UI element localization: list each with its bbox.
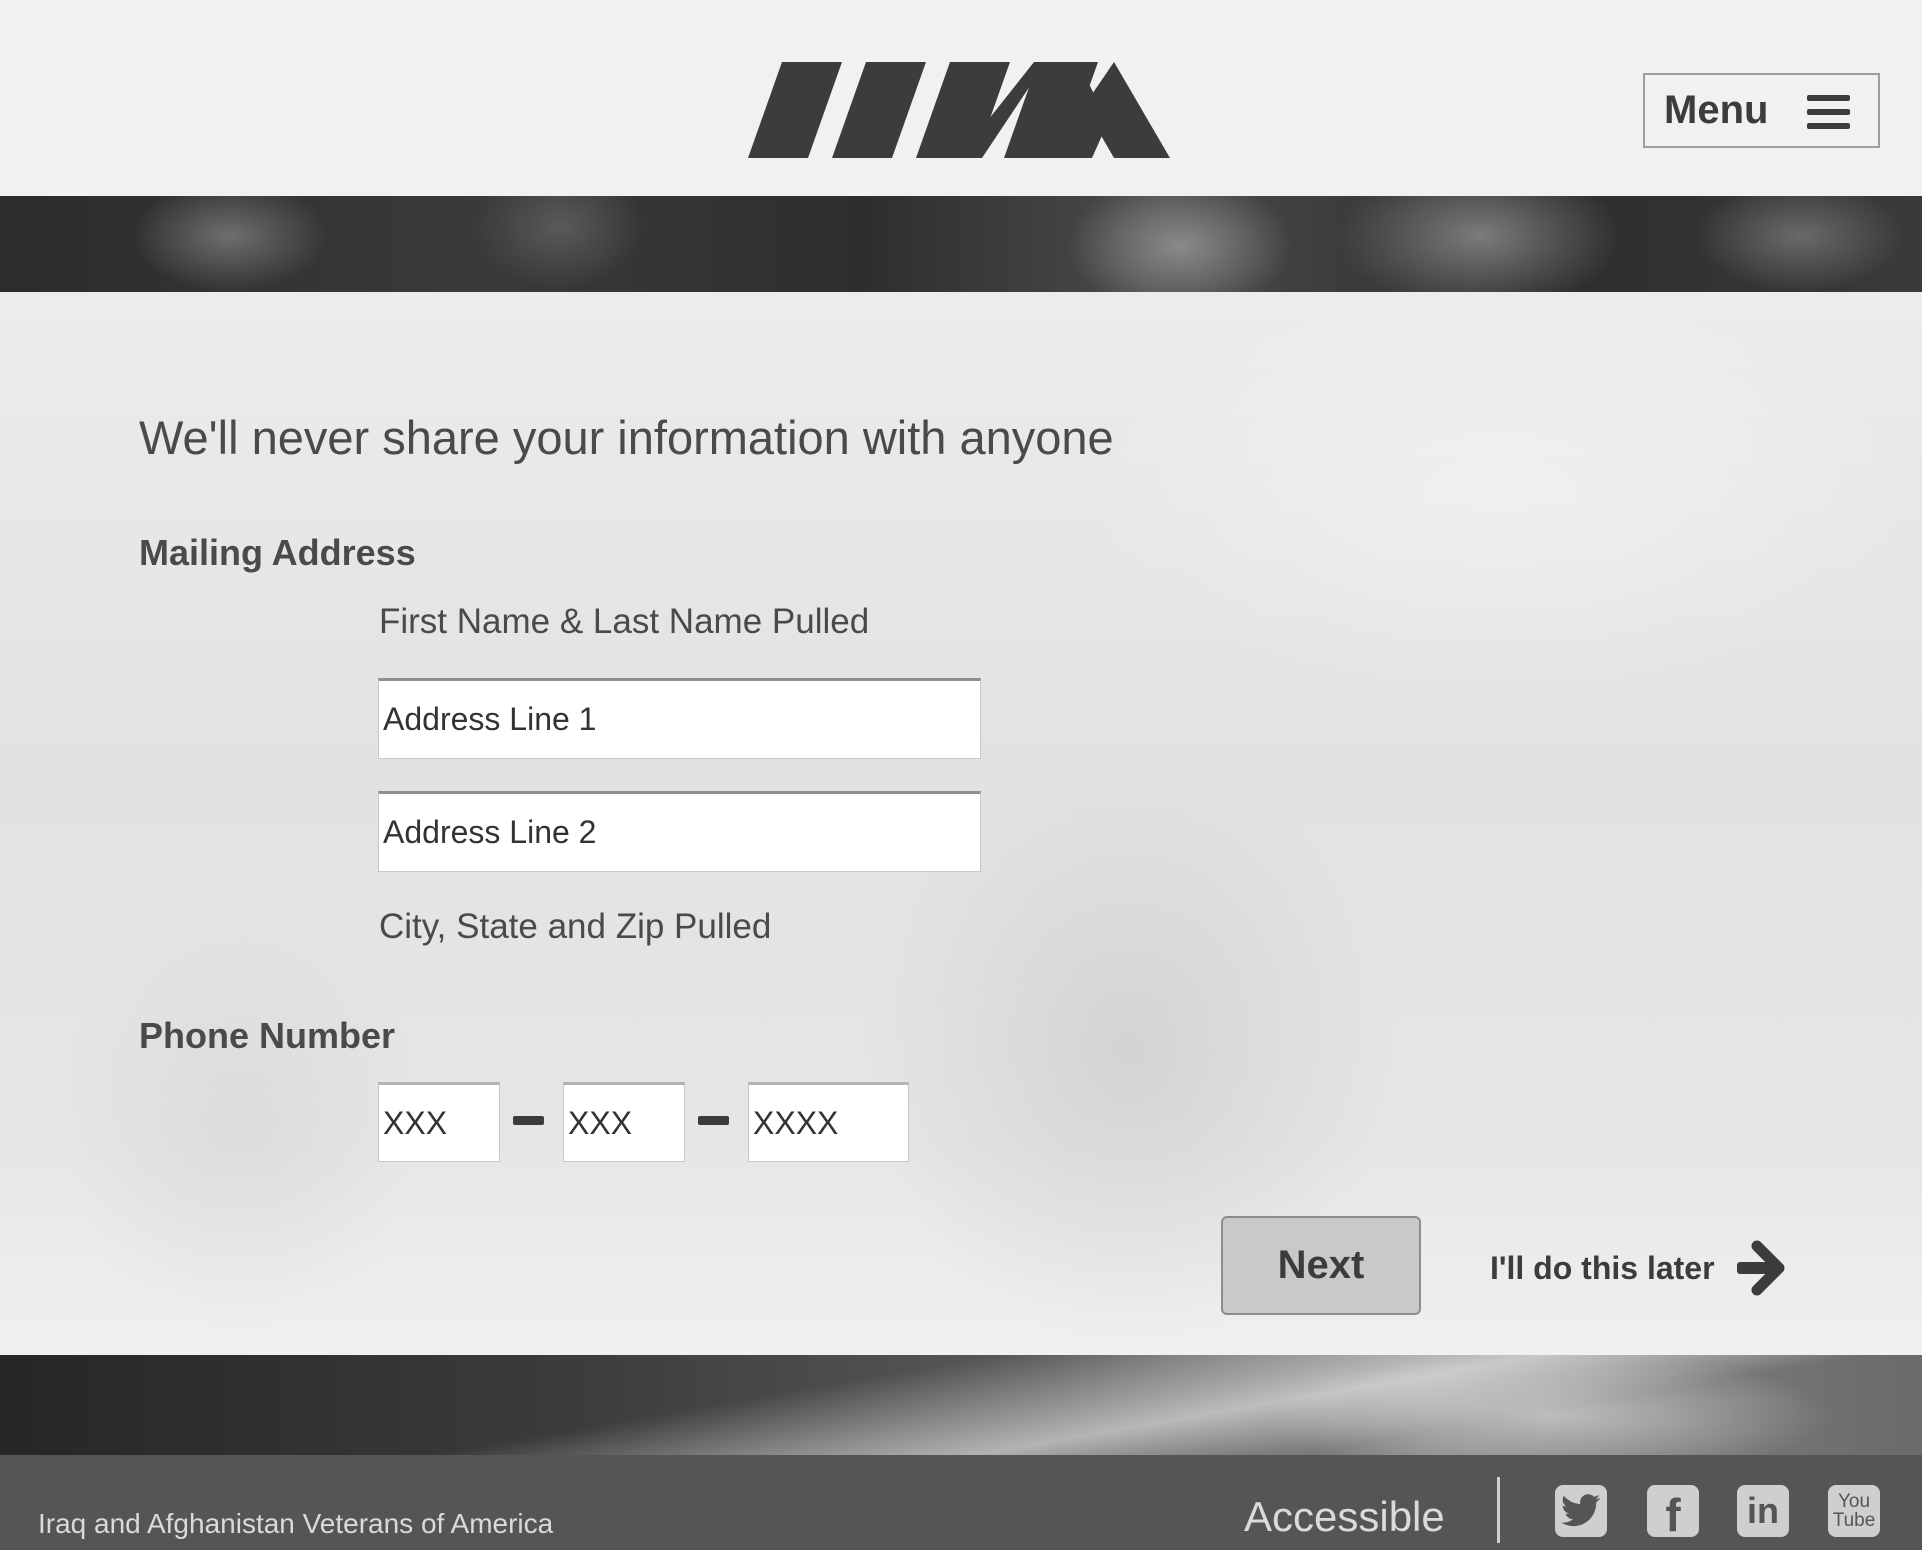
iava-logo-icon[interactable] [748, 62, 1170, 158]
linkedin-glyph: in [1747, 1490, 1779, 1531]
city-state-zip-pulled-text: City, State and Zip Pulled [379, 907, 772, 946]
footer-divider [1497, 1477, 1500, 1543]
site-footer: Iraq and Afghanistan Veterans of America… [0, 1455, 1922, 1550]
phone-separator-dash [698, 1116, 729, 1125]
phone-number-label: Phone Number [139, 1015, 396, 1056]
linkedin-icon[interactable]: in [1737, 1485, 1789, 1537]
organization-name: Iraq and Afghanistan Veterans of America [38, 1508, 554, 1539]
page-title: We'll never share your information with … [139, 411, 1114, 464]
twitter-bird-glyph [1561, 1494, 1601, 1527]
twitter-icon[interactable] [1555, 1485, 1607, 1537]
phone-separator-dash [513, 1116, 544, 1125]
mailing-address-label: Mailing Address [139, 532, 416, 573]
youtube-glyph: You Tube [1833, 1492, 1876, 1530]
menu-button[interactable]: Menu [1643, 73, 1880, 148]
arrow-right-icon [1736, 1240, 1785, 1296]
menu-label: Menu [1664, 88, 1769, 132]
facebook-glyph: f [1665, 1489, 1681, 1541]
do-this-later-label: I'll do this later [1490, 1249, 1715, 1286]
site-header: Menu [0, 0, 1922, 196]
do-this-later-link[interactable]: I'll do this later [1490, 1238, 1787, 1298]
youtube-glyph-top: You [1837, 1491, 1871, 1512]
phone-prefix-input[interactable] [563, 1082, 685, 1162]
name-pulled-text: First Name & Last Name Pulled [379, 602, 870, 641]
phone-area-code-input[interactable] [378, 1082, 500, 1162]
youtube-glyph-bottom: Tube [1832, 1510, 1876, 1531]
footer-photo-band [0, 1355, 1922, 1455]
phone-line-number-input[interactable] [748, 1082, 909, 1162]
header-photo-band [0, 196, 1922, 292]
main-content: We'll never share your information with … [0, 292, 1922, 1355]
facebook-icon[interactable]: f [1647, 1485, 1699, 1541]
hamburger-icon [1807, 95, 1850, 129]
accessible-link[interactable]: Accessible [1244, 1493, 1445, 1541]
next-button[interactable]: Next [1221, 1216, 1421, 1315]
youtube-icon[interactable]: You Tube [1828, 1485, 1880, 1537]
address-line-1-input[interactable] [378, 678, 981, 759]
address-line-2-input[interactable] [378, 791, 981, 872]
